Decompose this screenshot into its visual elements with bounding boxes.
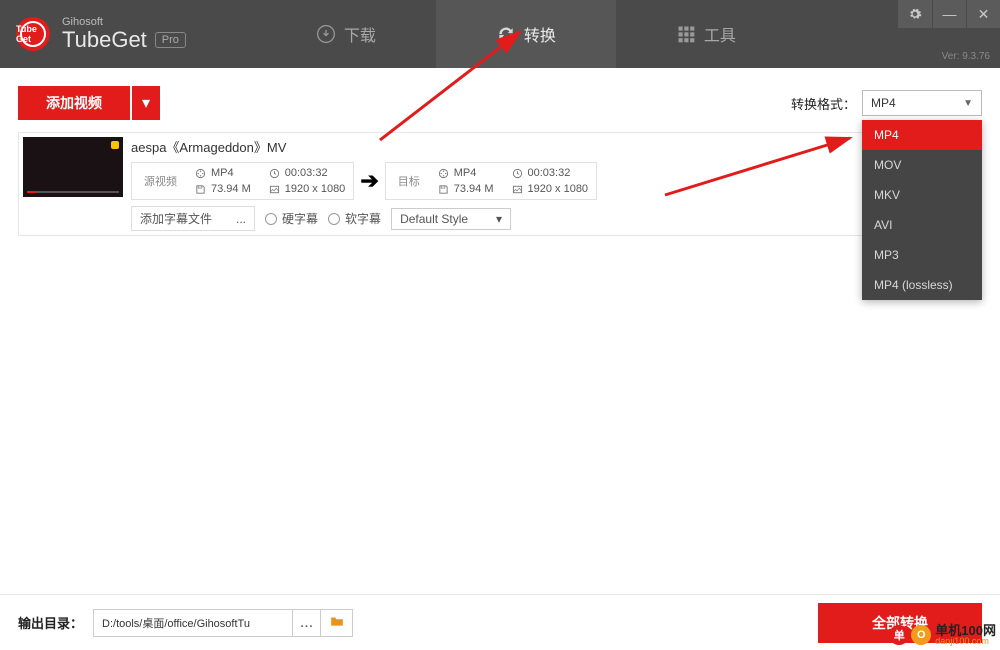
radio-icon xyxy=(328,213,340,225)
gear-icon xyxy=(908,7,922,21)
format-dropdown: MP4 MOV MKV AVI MP3 MP4 (lossless) xyxy=(862,120,982,300)
soft-subtitle-radio[interactable]: 软字幕 xyxy=(328,210,381,227)
settings-button[interactable] xyxy=(898,0,932,28)
source-panel: 源视频 MP4 00:03:32 73.94 M 1920 x 1080 xyxy=(131,162,354,200)
item-list: aespa《Armageddon》MV 源视频 MP4 00:03:32 73.… xyxy=(0,132,1000,236)
dropdown-option-mp4lossless[interactable]: MP4 (lossless) xyxy=(862,270,982,300)
video-thumbnail xyxy=(23,137,123,197)
tab-download[interactable]: 下载 xyxy=(256,0,436,68)
window-controls: — ✕ xyxy=(898,0,1000,28)
tab-convert[interactable]: 转换 xyxy=(436,0,616,68)
chevron-down-icon: ▾ xyxy=(496,212,502,226)
video-title: aespa《Armageddon》MV xyxy=(131,137,977,156)
add-video-button[interactable]: 添加视频 xyxy=(18,86,130,120)
version-label: Ver: 9.3.76 xyxy=(942,51,990,62)
grid-icon xyxy=(676,24,696,44)
subtitle-style-select[interactable]: Default Style▾ xyxy=(391,208,511,230)
tab-tools[interactable]: 工具 xyxy=(616,0,796,68)
format-select[interactable]: MP4 ▼ xyxy=(862,90,982,116)
dropdown-option-avi[interactable]: AVI xyxy=(862,210,982,240)
disk-icon xyxy=(195,184,206,195)
resolution-icon xyxy=(269,184,280,195)
browse-button[interactable]: ... xyxy=(292,610,320,636)
brand-name: TubeGet xyxy=(62,28,147,52)
watermark: 单O 单机100网danji100.com xyxy=(889,624,996,646)
pro-badge: Pro xyxy=(155,32,186,48)
main-tabs: 下载 转换 工具 xyxy=(256,0,796,68)
chevron-down-icon: ▼ xyxy=(963,98,973,109)
list-item[interactable]: aespa《Armageddon》MV 源视频 MP4 00:03:32 73.… xyxy=(18,132,982,236)
clock-icon xyxy=(269,168,280,179)
footer: 输出目录： D:/tools/桌面/office/GihosoftTu ... … xyxy=(0,594,1000,650)
clock-icon xyxy=(512,168,523,179)
output-path-field: D:/tools/桌面/office/GihosoftTu ... xyxy=(93,609,353,637)
minimize-button[interactable]: — xyxy=(932,0,966,28)
film-icon xyxy=(438,168,449,179)
format-label: 转换格式： xyxy=(791,94,856,113)
dropdown-option-mov[interactable]: MOV xyxy=(862,150,982,180)
toolbar: 添加视频 ▾ 转换格式： MP4 ▼ xyxy=(0,68,1000,132)
output-path-text: D:/tools/桌面/office/GihosoftTu xyxy=(94,615,292,631)
radio-icon xyxy=(265,213,277,225)
add-video-dropdown[interactable]: ▾ xyxy=(132,86,160,120)
folder-icon xyxy=(330,615,344,627)
titlebar: Tube Get Gihosoft TubeGet Pro 下载 转换 工具 —… xyxy=(0,0,1000,68)
open-folder-button[interactable] xyxy=(320,610,352,636)
hard-subtitle-radio[interactable]: 硬字幕 xyxy=(265,210,318,227)
download-icon xyxy=(316,24,336,44)
add-video-group: 添加视频 ▾ xyxy=(18,86,160,120)
add-subtitle-button[interactable]: 添加字幕文件 ... xyxy=(131,206,255,231)
dropdown-option-mp4[interactable]: MP4 xyxy=(862,120,982,150)
target-panel: 目标 MP4 00:03:32 73.94 M 1920 x 1080 xyxy=(385,162,597,200)
dropdown-option-mp3[interactable]: MP3 xyxy=(862,240,982,270)
disk-icon xyxy=(438,184,449,195)
app-logo: Tube Get xyxy=(16,17,50,51)
convert-icon xyxy=(496,24,516,44)
brand-block: Tube Get Gihosoft TubeGet Pro xyxy=(0,16,186,52)
resolution-icon xyxy=(512,184,523,195)
dropdown-option-mkv[interactable]: MKV xyxy=(862,180,982,210)
arrow-right-icon: ➔ xyxy=(360,168,378,194)
output-dir-label: 输出目录： xyxy=(18,613,83,632)
film-icon xyxy=(195,168,206,179)
close-button[interactable]: ✕ xyxy=(966,0,1000,28)
